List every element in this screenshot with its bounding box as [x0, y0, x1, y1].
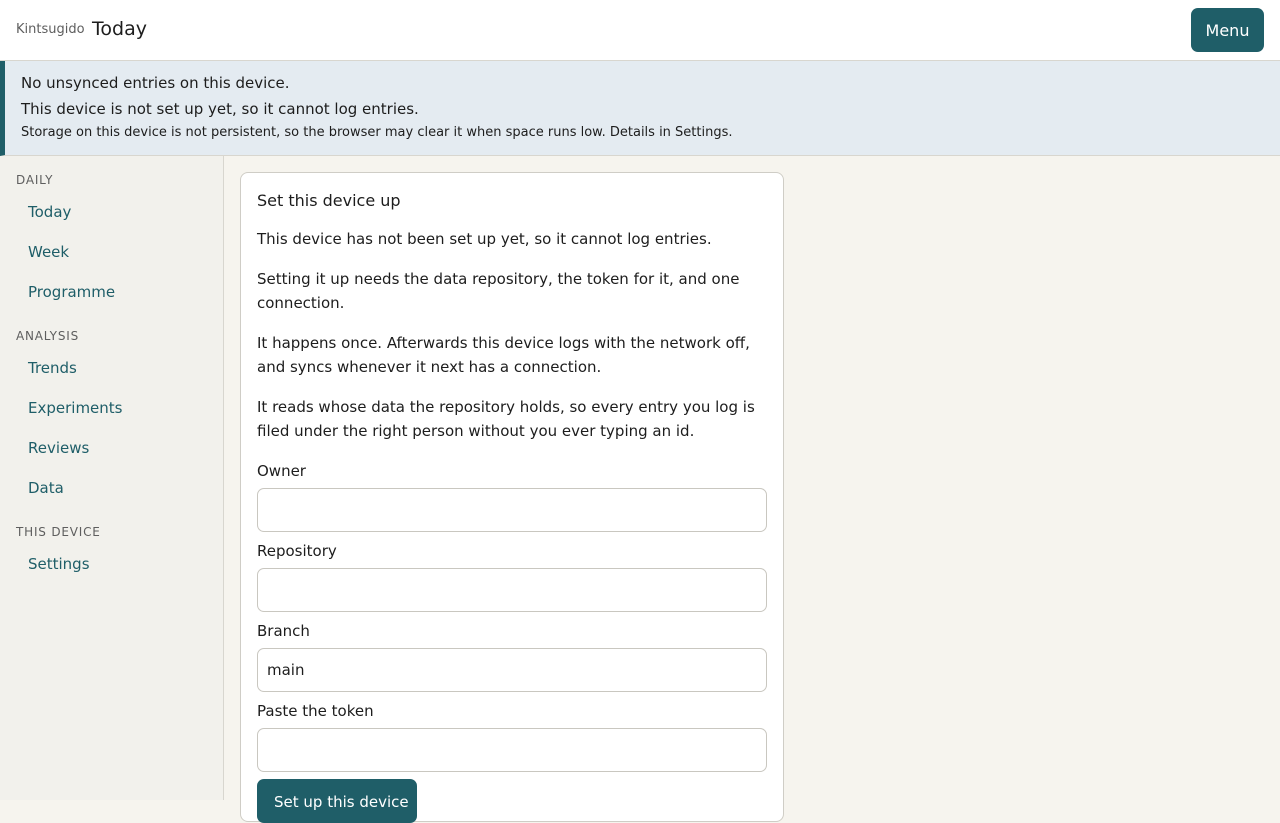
storage-warning-text: Storage on this device is not persistent…: [21, 125, 733, 140]
sidebar-item-today[interactable]: Today: [28, 203, 71, 221]
branch-input[interactable]: [257, 648, 767, 692]
token-label: Paste the token: [257, 702, 374, 720]
sidebar-section-analysis: ANALYSIS: [16, 329, 79, 343]
sidebar-item-data[interactable]: Data: [28, 479, 64, 497]
token-input[interactable]: [257, 728, 767, 772]
top-bar: Kintsugido Today Menu: [0, 0, 1280, 61]
setup-status-text: This device is not set up yet, so it can…: [21, 100, 419, 118]
sidebar-item-reviews[interactable]: Reviews: [28, 439, 89, 457]
sidebar-item-programme[interactable]: Programme: [28, 283, 115, 301]
brand-name: Kintsugido: [16, 22, 85, 37]
owner-label: Owner: [257, 462, 306, 480]
menu-button[interactable]: Menu: [1191, 8, 1264, 52]
repository-input[interactable]: [257, 568, 767, 612]
setup-device-button[interactable]: Set up this device: [257, 779, 417, 823]
sidebar-item-week[interactable]: Week: [28, 243, 69, 261]
setup-requirements-text: Setting it up needs the data repository,…: [257, 270, 740, 312]
setup-card: Set this device up This device has not b…: [240, 172, 784, 823]
owner-input[interactable]: [257, 488, 767, 532]
sidebar: DAILY Today Week Programme ANALYSIS Tren…: [0, 156, 224, 800]
setup-once-text: It happens once. Afterwards this device …: [257, 334, 750, 376]
page-title: Today: [92, 18, 147, 40]
sidebar-section-this-device: THIS DEVICE: [16, 525, 101, 539]
card-title: Set this device up: [257, 191, 401, 210]
sidebar-item-settings[interactable]: Settings: [28, 555, 90, 573]
branch-label: Branch: [257, 622, 310, 640]
sidebar-item-trends[interactable]: Trends: [28, 359, 77, 377]
sidebar-section-daily: DAILY: [16, 173, 54, 187]
sync-status-text: No unsynced entries on this device.: [21, 74, 290, 92]
sidebar-item-experiments[interactable]: Experiments: [28, 399, 122, 417]
setup-intro-text: This device has not been set up yet, so …: [257, 230, 712, 248]
setup-owner-text: It reads whose data the repository holds…: [257, 398, 755, 440]
status-banner: No unsynced entries on this device. This…: [0, 61, 1280, 156]
repository-label: Repository: [257, 542, 337, 560]
